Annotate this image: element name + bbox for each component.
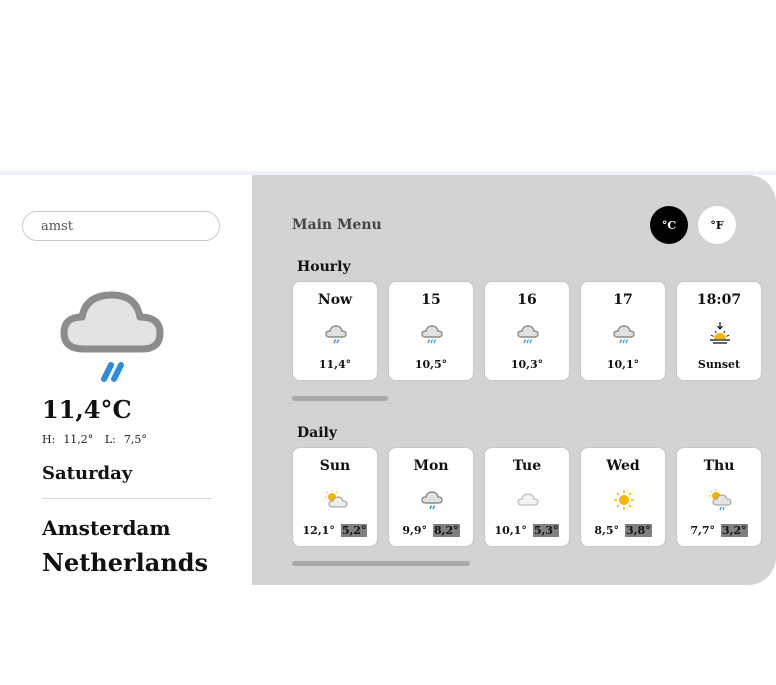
- cloud-rain-icon: [517, 325, 539, 344]
- country-name: Netherlands: [42, 548, 209, 577]
- day-temps: 10,1° 5,3°: [485, 524, 569, 537]
- hour-label: 16: [517, 292, 537, 308]
- sidebar: 11,4°C H: 11,2° L: 7,5° Saturday Amsterdam…: [0, 175, 252, 585]
- day-label: Wed: [606, 458, 640, 474]
- daily-row[interactable]: Sun 12,1° 5,2° Mon 9,9° 8,2° Tue 10,1° 5,3°…: [292, 447, 762, 547]
- hour-temp: 10,3°: [510, 358, 544, 371]
- day-high: 10,1°: [494, 524, 527, 537]
- high-low: H: 11,2° L: 7,5°: [42, 433, 155, 446]
- day-high: 8,5°: [594, 524, 619, 537]
- hour-label: 18:07: [696, 292, 742, 308]
- hourly-card[interactable]: 18:07 Sunset: [676, 281, 762, 381]
- sun-icon: [614, 490, 634, 510]
- day-low: 5,2°: [340, 524, 368, 537]
- day-high: 9,9°: [402, 524, 427, 537]
- daily-card[interactable]: Mon 9,9° 8,2°: [388, 447, 474, 547]
- city-name: Amsterdam: [42, 516, 171, 540]
- sunset-icon: [710, 322, 730, 344]
- cloud-icon: [517, 493, 539, 506]
- day-temps: 8,5° 3,8°: [581, 524, 665, 537]
- hour-label: 17: [613, 292, 633, 308]
- cloud-rain-icon: [421, 491, 443, 510]
- hourly-scrollbar[interactable]: [292, 396, 388, 401]
- hourly-label: Hourly: [297, 259, 351, 275]
- main-menu-title: Main Menu: [292, 217, 382, 233]
- hour-temp: 10,5°: [414, 358, 448, 371]
- fahrenheit-button[interactable]: °F: [698, 206, 736, 244]
- day-low: 8,2°: [433, 524, 460, 537]
- day-high: 7,7°: [690, 524, 715, 537]
- hourly-card[interactable]: Now 11,4°: [292, 281, 378, 381]
- hour-temp: 10,1°: [606, 358, 640, 371]
- hour-temp: 11,4°: [318, 358, 352, 371]
- cloud-rain-icon: [325, 325, 347, 344]
- daily-card[interactable]: Thu 7,7° 3,2°: [676, 447, 762, 547]
- daily-card[interactable]: Sun 12,1° 5,2°: [292, 447, 378, 547]
- hour-label: Now: [317, 292, 353, 308]
- daily-card[interactable]: Tue 10,1° 5,3°: [484, 447, 570, 547]
- hour-temp: Sunset: [697, 358, 741, 371]
- day-low: 3,8°: [625, 524, 652, 537]
- celsius-button[interactable]: °C: [650, 206, 688, 244]
- day-temps: 9,9° 8,2°: [389, 524, 473, 537]
- daily-label: Daily: [297, 425, 337, 441]
- day-high: 12,1°: [302, 524, 335, 537]
- divider: [42, 498, 212, 499]
- high-label: H:: [42, 433, 56, 446]
- cloud-rain-icon: [613, 325, 635, 344]
- low-value: 7,5°: [123, 433, 147, 446]
- partly-cloudy-icon: [325, 490, 348, 508]
- day-label: Mon: [413, 458, 449, 474]
- hourly-card[interactable]: 17 10,1°: [580, 281, 666, 381]
- daily-card[interactable]: Wed 8,5° 3,8°: [580, 447, 666, 547]
- hourly-card[interactable]: 15 10,5°: [388, 281, 474, 381]
- day-label: Tue: [512, 458, 542, 474]
- day-temps: 7,7° 3,2°: [677, 524, 761, 537]
- low-label: L:: [104, 433, 116, 446]
- day-label: Sun: [319, 458, 351, 474]
- main-panel: Main Menu °C °F Hourly Now 11,4° 15 10,5…: [252, 175, 776, 585]
- search-input[interactable]: [22, 211, 220, 241]
- day-label: Thu: [703, 458, 735, 474]
- day-low: 3,2°: [721, 524, 748, 537]
- high-value: 11,2°: [63, 433, 94, 446]
- hourly-row[interactable]: Now 11,4° 15 10,5° 16 10,3° 17 10,1° 18:…: [292, 281, 762, 381]
- daily-scrollbar[interactable]: [292, 561, 470, 566]
- day-low: 5,3°: [532, 524, 560, 537]
- day-temps: 12,1° 5,2°: [293, 524, 377, 537]
- current-temperature: 11,4°C: [42, 395, 132, 424]
- partly-cloudy-rain-icon: [709, 489, 732, 511]
- hourly-card[interactable]: 16 10,3°: [484, 281, 570, 381]
- cloud-rain-icon: [60, 291, 164, 382]
- cloud-rain-icon: [421, 325, 443, 344]
- current-day: Saturday: [42, 463, 133, 484]
- hour-label: 15: [421, 292, 441, 308]
